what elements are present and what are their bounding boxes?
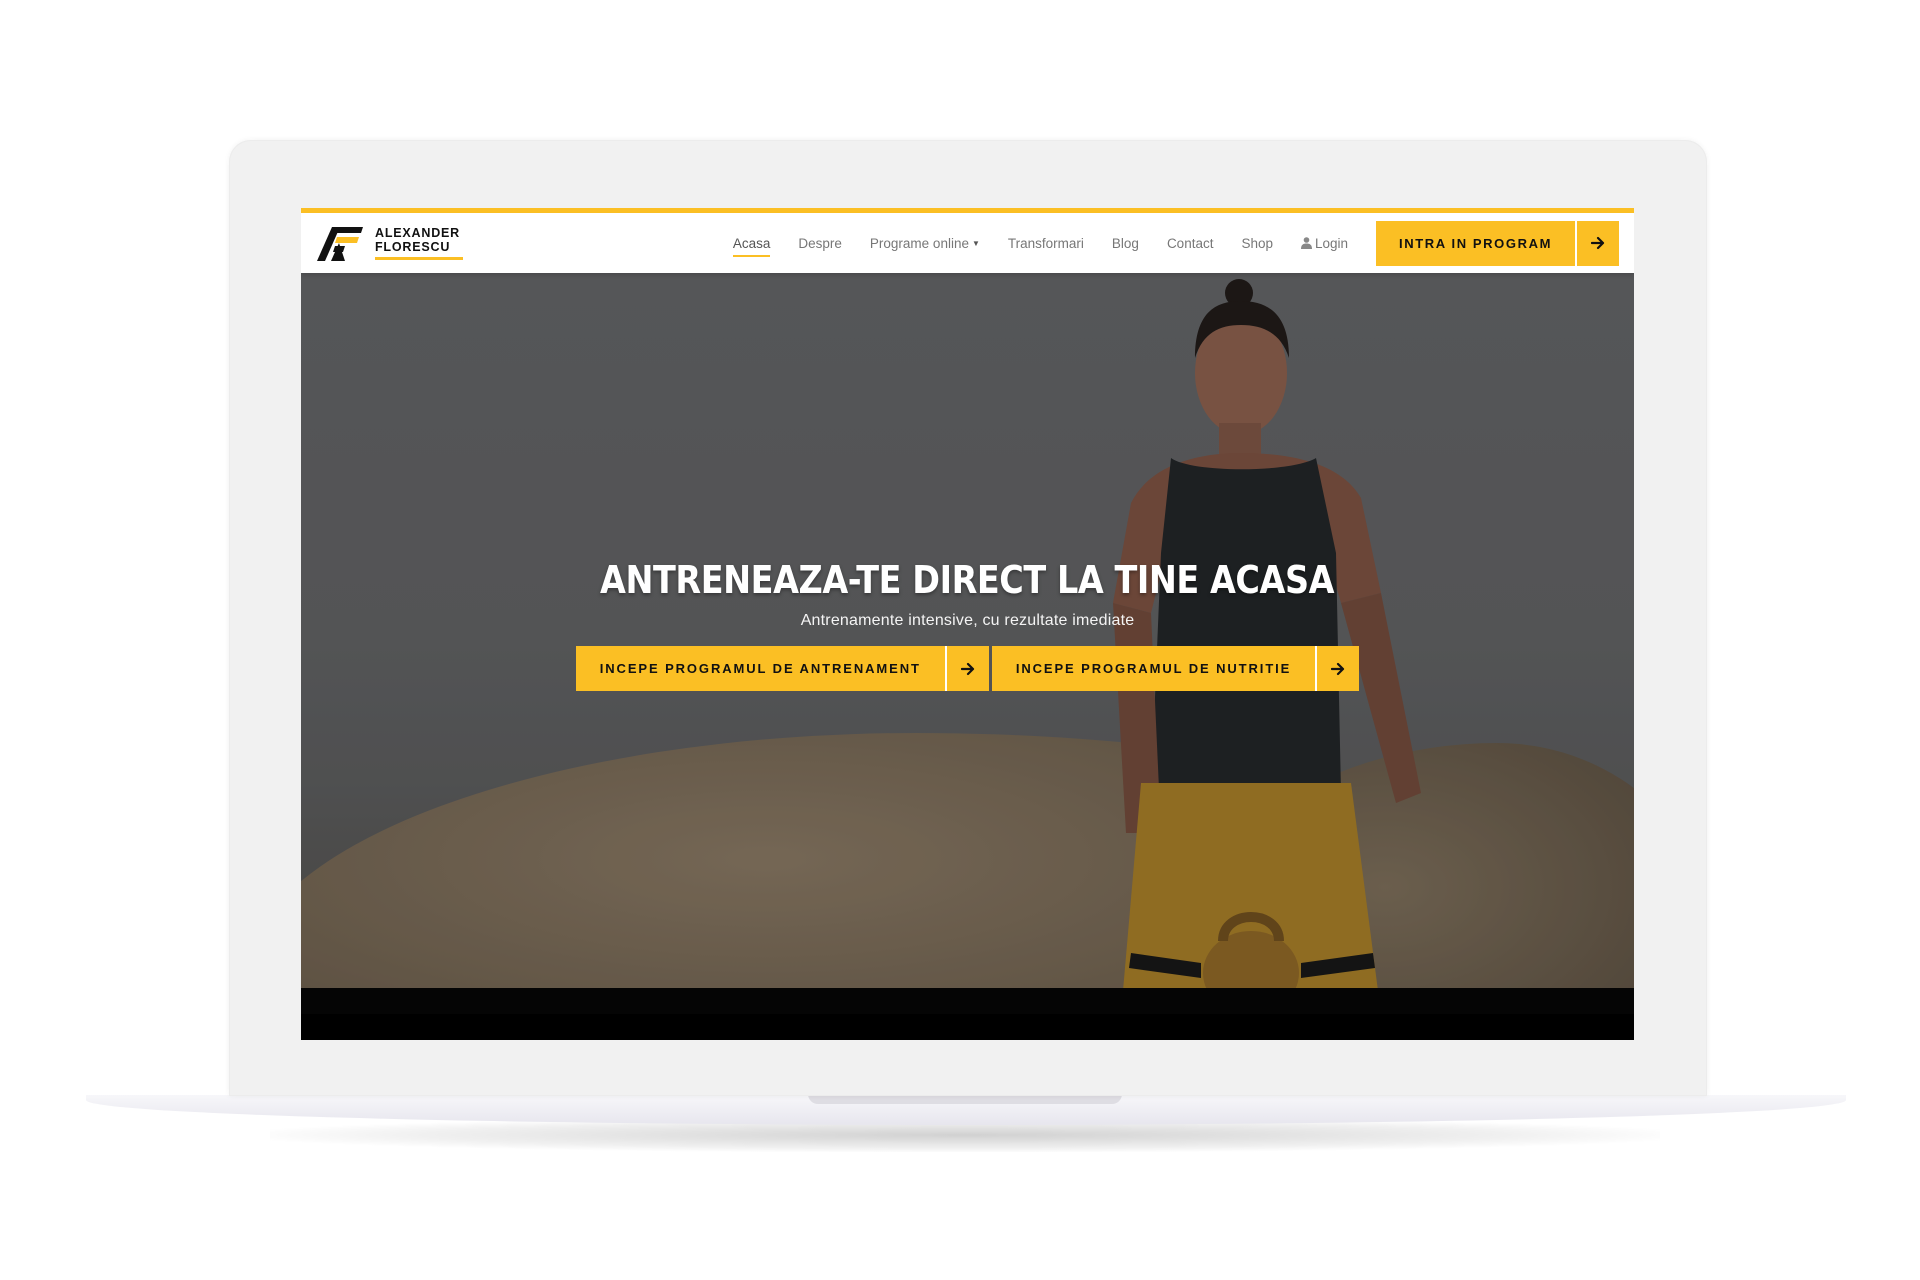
hero-buttons: INCEPE PROGRAMUL DE ANTRENAMENT INCEPE P… <box>301 646 1634 691</box>
logo-text: ALEXANDER FLORESCU <box>375 226 463 260</box>
hero-content: ANTRENEAZA-TE DIRECT LA TINE ACASA Antre… <box>301 558 1634 691</box>
nav-item-shop[interactable]: Shop <box>1241 236 1273 251</box>
logo-line-1: ALEXANDER <box>375 226 460 240</box>
hero-bottom-bar <box>301 988 1634 1014</box>
logo-underline <box>375 257 463 260</box>
arrow-right-icon <box>1315 646 1359 691</box>
laptop-screen: ALEXANDER FLORESCU Acasa Despre Programe… <box>301 208 1634 1040</box>
start-training-program-button[interactable]: INCEPE PROGRAMUL DE ANTRENAMENT <box>575 646 989 691</box>
hero-subtitle: Antrenamente intensive, cu rezultate ime… <box>800 612 1135 629</box>
hero-section: ANTRENEAZA-TE DIRECT LA TINE ACASA Antre… <box>301 273 1634 1014</box>
nav-item-programe-online[interactable]: Programe online ▼ <box>870 236 980 251</box>
nav-item-label: Blog <box>1111 235 1139 251</box>
nav-item-contact[interactable]: Contact <box>1167 236 1214 251</box>
cta-label: INTRA IN PROGRAM <box>1399 235 1552 251</box>
site-logo[interactable]: ALEXANDER FLORESCU <box>315 223 463 263</box>
button-label: INCEPE PROGRAMUL DE ANTRENAMENT <box>599 661 921 676</box>
nav-item-label: Acasa <box>732 235 771 251</box>
nav-item-blog[interactable]: Blog <box>1112 236 1139 251</box>
nav-item-label: Programe online <box>869 235 969 251</box>
login-label: Login <box>1315 235 1349 251</box>
nav-item-label: Transformari <box>1007 235 1084 251</box>
nav-item-acasa[interactable]: Acasa <box>732 235 771 257</box>
site-navbar: ALEXANDER FLORESCU Acasa Despre Programe… <box>301 208 1634 273</box>
nav-item-transformari[interactable]: Transformari <box>1008 236 1084 251</box>
nav-item-label: Contact <box>1166 235 1214 251</box>
nav-item-despre[interactable]: Despre <box>798 236 842 251</box>
logo-line-2: FLORESCU <box>375 240 451 254</box>
af-logo-icon <box>317 227 363 261</box>
intra-in-program-button[interactable]: INTRA IN PROGRAM <box>1376 220 1619 266</box>
arrow-right-icon <box>1575 220 1619 266</box>
nav-item-login[interactable]: Login <box>1301 236 1348 251</box>
caret-down-icon: ▼ <box>971 238 980 248</box>
nav-item-label: Despre <box>798 235 842 251</box>
button-label: INCEPE PROGRAMUL DE NUTRITIE <box>1015 661 1292 676</box>
user-icon <box>1301 237 1312 249</box>
hero-title: ANTRENEAZA-TE DIRECT LA TINE ACASA <box>600 558 1335 602</box>
nav-item-label: Shop <box>1241 235 1273 251</box>
arrow-right-icon <box>944 646 989 691</box>
start-nutrition-program-button[interactable]: INCEPE PROGRAMUL DE NUTRITIE <box>991 646 1360 691</box>
nav-menu: Acasa Despre Programe online ▼ Transform… <box>732 220 1634 266</box>
